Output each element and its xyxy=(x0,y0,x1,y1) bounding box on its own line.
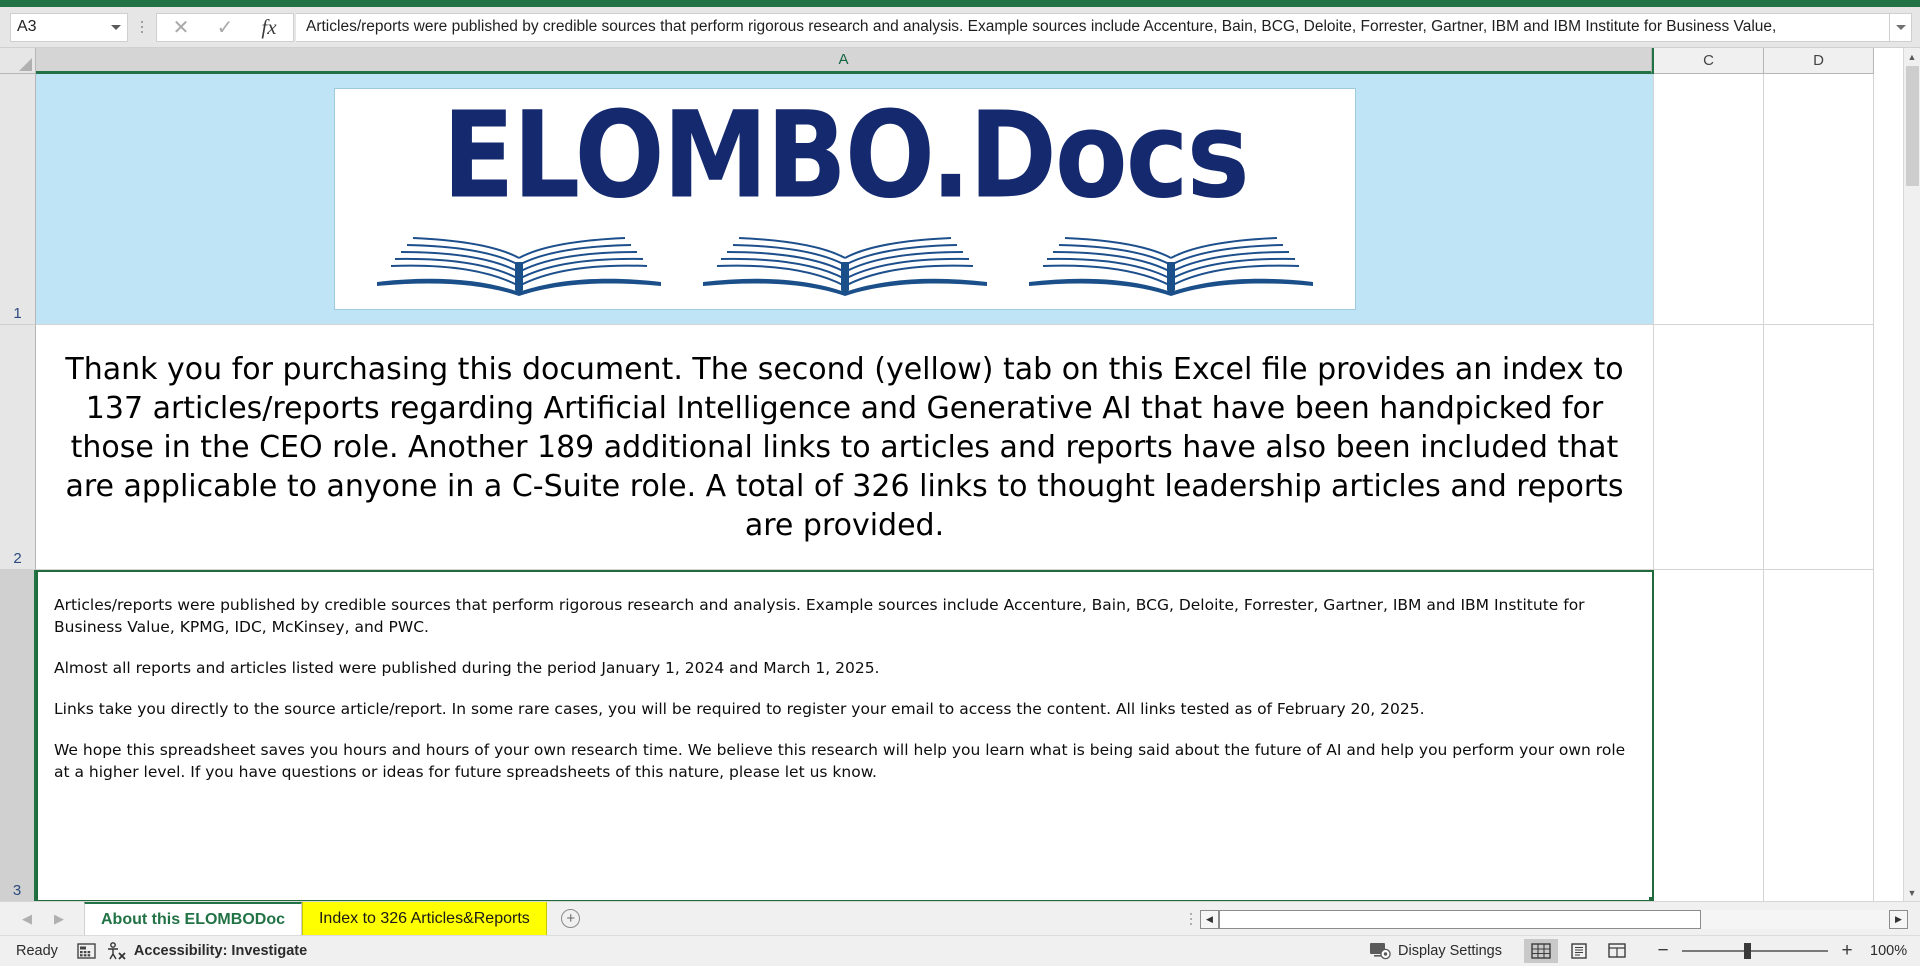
sheet-tab-bar: ◀ ▶ About this ELOMBODoc Index to 326 Ar… xyxy=(0,901,1920,935)
scroll-right-arrow-icon[interactable]: ▶ xyxy=(1889,909,1908,929)
column-header-D[interactable]: D xyxy=(1764,48,1874,74)
scroll-down-arrow-icon[interactable]: ▼ xyxy=(1903,884,1920,901)
chevron-right-icon[interactable]: ▶ xyxy=(54,911,64,927)
sheet-tab-index[interactable]: Index to 326 Articles&Reports xyxy=(301,902,547,935)
record-macro-icon[interactable] xyxy=(76,942,97,960)
plus-icon: + xyxy=(561,909,581,928)
zoom-control: − + xyxy=(1634,940,1870,962)
display-settings-icon xyxy=(1370,943,1391,960)
vertical-scroll-thumb[interactable] xyxy=(1905,66,1919,186)
body-paragraph-2: Almost all reports and articles listed w… xyxy=(54,659,880,677)
cell-D3[interactable] xyxy=(1764,570,1874,901)
elombo-docs-logo: ELOMBO.Docs xyxy=(333,85,1356,310)
check-icon[interactable]: ✓ xyxy=(203,14,247,41)
zoom-slider-thumb[interactable] xyxy=(1744,943,1751,959)
add-sheet-button[interactable]: + xyxy=(547,902,595,935)
view-buttons xyxy=(1524,939,1634,963)
chevron-left-icon[interactable]: ◀ xyxy=(22,911,32,927)
logo-wordmark: ELOMBO.Docs xyxy=(441,85,1249,226)
sheet-tab-about[interactable]: About this ELOMBODoc xyxy=(84,902,302,935)
ribbon-bottom-edge xyxy=(0,0,1920,7)
worksheet-grid: A C D 1 ELOMBO.Docs 2 Thank you for purc… xyxy=(0,48,1920,901)
open-book-icon xyxy=(702,236,987,296)
body-paragraph-1: Articles/reports were published by credi… xyxy=(54,596,1585,636)
close-icon[interactable]: ✕ xyxy=(159,14,203,41)
normal-view-button[interactable] xyxy=(1524,939,1558,963)
record-macro-glyph xyxy=(77,943,96,959)
cell-D2[interactable] xyxy=(1764,325,1874,570)
cell-C3[interactable] xyxy=(1654,570,1764,901)
grid-row-2: 2 Thank you for purchasing this document… xyxy=(0,325,1920,570)
zoom-in-button[interactable]: + xyxy=(1840,940,1854,962)
cell-A3-body-text[interactable]: Articles/reports were published by credi… xyxy=(36,570,1654,901)
cell-C1[interactable] xyxy=(1654,74,1764,325)
select-all-corner[interactable] xyxy=(0,48,36,74)
excel-window: A3 ✕ ✓ fx Articles/reports were publishe… xyxy=(0,0,1920,966)
scroll-up-arrow-icon[interactable]: ▲ xyxy=(1903,48,1920,65)
body-paragraph-3: Links take you directly to the source ar… xyxy=(54,700,1425,718)
rows-area: 1 ELOMBO.Docs 2 Thank you for purchasing… xyxy=(0,74,1920,901)
page-layout-view-button[interactable] xyxy=(1562,939,1596,963)
accessibility-icon xyxy=(107,942,126,960)
formula-input[interactable]: Articles/reports were published by credi… xyxy=(296,12,1890,42)
cell-C2[interactable] xyxy=(1654,325,1764,570)
vertical-scrollbar[interactable]: ▲ ▼ xyxy=(1903,48,1920,901)
name-box-value: A3 xyxy=(17,18,37,35)
grid-row-3: 3 Articles/reports were published by cre… xyxy=(0,570,1920,901)
accessibility-label: Accessibility: Investigate xyxy=(133,943,308,959)
formula-action-buttons: ✕ ✓ fx xyxy=(156,12,294,42)
page-break-icon xyxy=(1608,943,1626,958)
horizontal-scroll-thumb[interactable] xyxy=(1219,909,1702,929)
cell-A2-intro[interactable]: Thank you for purchasing this document. … xyxy=(36,325,1654,570)
chevron-down-icon[interactable] xyxy=(111,24,121,30)
horizontal-scrollbar[interactable]: ◀ ▶ xyxy=(1200,902,1920,936)
column-headers: A C D xyxy=(0,48,1920,74)
status-bar: Ready Accessibility: Investigate Display… xyxy=(0,935,1920,966)
column-header-A[interactable]: A xyxy=(36,48,1652,74)
accessibility-status[interactable]: Accessibility: Investigate xyxy=(97,941,307,961)
page-icon xyxy=(1571,943,1587,959)
grid-icon xyxy=(1531,943,1551,959)
sheet-nav-buttons: ◀ ▶ xyxy=(0,902,84,935)
cell-A1-logo-banner[interactable]: ELOMBO.Docs xyxy=(36,74,1654,325)
fill-handle[interactable] xyxy=(1648,896,1652,900)
horizontal-scroll-track[interactable] xyxy=(1219,909,1889,929)
scroll-left-arrow-icon[interactable]: ◀ xyxy=(1200,909,1219,929)
display-settings-button[interactable]: Display Settings xyxy=(1370,942,1524,960)
column-header-C[interactable]: C xyxy=(1654,48,1764,74)
cell-D1[interactable] xyxy=(1764,74,1874,325)
chevron-down-icon xyxy=(1895,24,1906,30)
page-break-preview-button[interactable] xyxy=(1600,939,1634,963)
row-header-3[interactable]: 3 xyxy=(0,570,36,901)
zoom-slider[interactable] xyxy=(1682,943,1828,959)
intro-paragraph: Thank you for purchasing this document. … xyxy=(65,351,1624,543)
tab-split-handle[interactable] xyxy=(1182,902,1200,935)
grid-row-1: 1 ELOMBO.Docs xyxy=(0,74,1920,325)
row-header-2[interactable]: 2 xyxy=(0,325,36,570)
formula-bar-grip[interactable] xyxy=(132,13,152,42)
status-mode: Ready xyxy=(16,943,58,959)
display-settings-label: Display Settings xyxy=(1398,943,1502,959)
formula-bar: A3 ✕ ✓ fx Articles/reports were publishe… xyxy=(0,7,1920,48)
fx-icon[interactable]: fx xyxy=(247,14,291,41)
expand-formula-bar-button[interactable] xyxy=(1890,12,1912,42)
name-box[interactable]: A3 xyxy=(10,12,128,42)
open-book-icon xyxy=(376,236,661,296)
row-header-1[interactable]: 1 xyxy=(0,74,36,325)
zoom-out-button[interactable]: − xyxy=(1656,940,1670,962)
open-book-icons xyxy=(369,226,1321,296)
zoom-level-label[interactable]: 100% xyxy=(1870,943,1920,959)
open-book-icon xyxy=(1028,236,1313,296)
body-paragraph-4: We hope this spreadsheet saves you hours… xyxy=(54,741,1626,781)
